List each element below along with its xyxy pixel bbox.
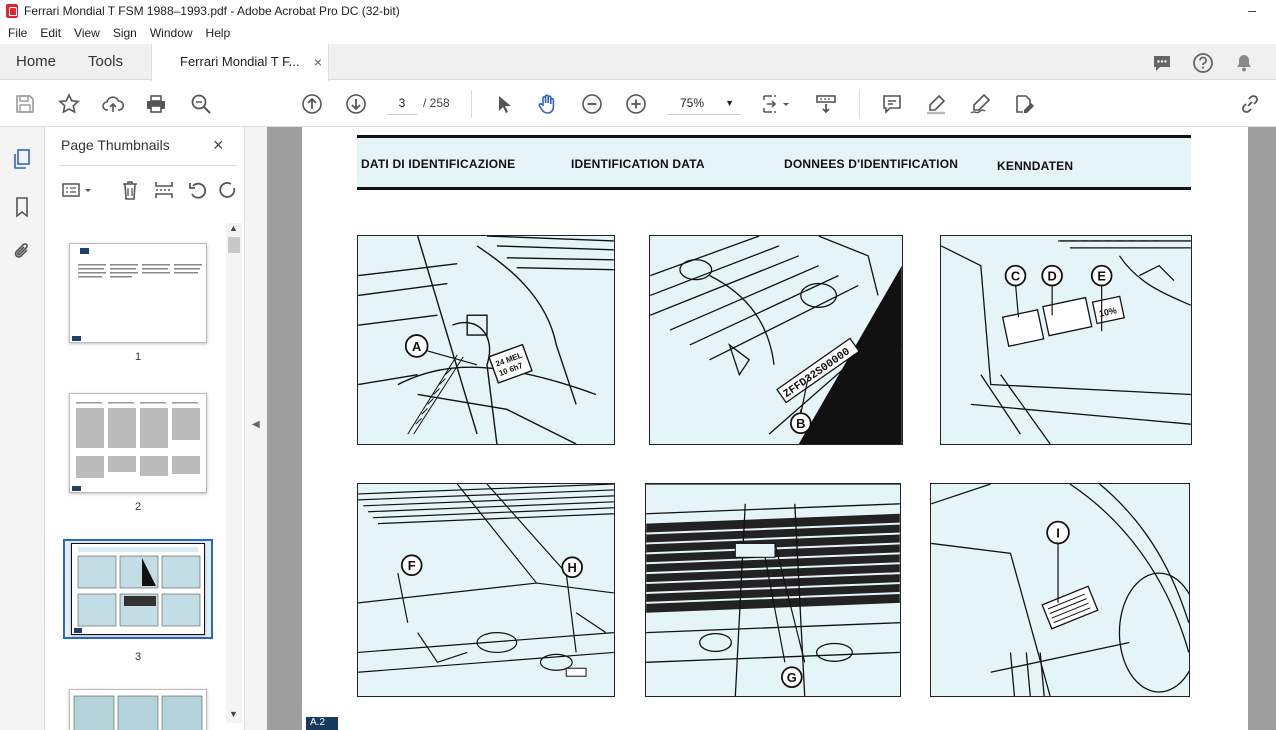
callout-e: E bbox=[1097, 269, 1106, 284]
previous-page-icon[interactable] bbox=[300, 92, 324, 116]
scroll-mode-icon[interactable] bbox=[814, 92, 838, 116]
window-title: Ferrari Mondial T FSM 1988–1993.pdf - Ad… bbox=[24, 4, 400, 18]
select-cursor-icon[interactable] bbox=[492, 92, 516, 116]
comment-icon[interactable] bbox=[1151, 52, 1173, 74]
rotate-left-icon[interactable] bbox=[187, 179, 209, 201]
menu-bar: File Edit View Sign Window Help bbox=[0, 22, 1276, 44]
tab-close-icon[interactable]: × bbox=[314, 44, 322, 80]
illustration-a: 24 MEL 10 6h7 A bbox=[357, 235, 615, 445]
tab-document[interactable]: Ferrari Mondial T F... × bbox=[151, 44, 329, 81]
thumbnail-page-3[interactable] bbox=[71, 543, 205, 635]
page-fit-icon[interactable] bbox=[760, 92, 792, 116]
tab-document-label: Ferrari Mondial T F... bbox=[180, 54, 300, 69]
heading-french: DONNEES D'IDENTIFICATION bbox=[784, 157, 959, 171]
scroll-up-icon[interactable]: ▲ bbox=[229, 223, 238, 233]
collapse-arrow-icon[interactable]: ◀ bbox=[252, 419, 260, 430]
callout-g: G bbox=[787, 670, 797, 685]
main-toolbar: 3 / 258 75% ▼ bbox=[0, 81, 1276, 127]
page-number-input[interactable]: 3 bbox=[387, 91, 417, 115]
thumbnail-page-1[interactable] bbox=[69, 243, 207, 343]
thumbnail-list[interactable]: 1 2 3 bbox=[45, 237, 225, 730]
minimize-button[interactable]: – bbox=[1248, 2, 1256, 18]
illustration-cde: 10% C D E bbox=[940, 235, 1192, 445]
callout-a: A bbox=[412, 339, 421, 354]
callout-i: I bbox=[1056, 525, 1060, 540]
share-link-icon[interactable] bbox=[1238, 92, 1262, 116]
heading-german: KENNDATEN bbox=[997, 159, 1074, 173]
pdf-page: DATI DI IDENTIFICAZIONE IDENTIFICATION D… bbox=[302, 127, 1248, 730]
illustration-b: ZFFD32S00000 B bbox=[649, 235, 903, 445]
zoom-out-icon[interactable] bbox=[580, 92, 604, 116]
heading-english: IDENTIFICATION DATA bbox=[571, 157, 705, 171]
next-page-icon[interactable] bbox=[344, 92, 368, 116]
page-thumbnails-panel: Page Thumbnails × 1 2 3 ▲ ▼ bbox=[45, 127, 245, 730]
close-panel-icon[interactable]: × bbox=[213, 135, 224, 156]
edit-pdf-icon[interactable] bbox=[1012, 92, 1036, 116]
print-icon[interactable] bbox=[144, 92, 168, 116]
title-bar: Ferrari Mondial T FSM 1988–1993.pdf - Ad… bbox=[0, 0, 1276, 22]
illustration-fh: F H bbox=[357, 483, 615, 697]
thumbnail-page-2[interactable] bbox=[69, 393, 207, 493]
fill-sign-icon[interactable] bbox=[968, 92, 992, 116]
callout-f: F bbox=[408, 558, 416, 573]
acrobat-window: Ferrari Mondial T FSM 1988–1993.pdf - Ad… bbox=[0, 0, 1276, 730]
panel-divider bbox=[59, 165, 237, 166]
navigation-rail bbox=[0, 127, 45, 730]
page-thumbnails-icon[interactable] bbox=[10, 147, 34, 171]
menu-window[interactable]: Window bbox=[150, 26, 193, 40]
tab-home[interactable]: Home bbox=[16, 44, 56, 80]
thumbnail-label: 1 bbox=[134, 351, 142, 363]
panel-title: Page Thumbnails bbox=[61, 137, 170, 153]
star-bookmark-icon[interactable] bbox=[57, 92, 81, 116]
notification-bell-icon[interactable] bbox=[1233, 52, 1255, 74]
panel-toolbar bbox=[61, 177, 241, 203]
delete-page-icon[interactable] bbox=[119, 179, 141, 201]
document-viewport[interactable]: DATI DI IDENTIFICAZIONE IDENTIFICATION D… bbox=[267, 127, 1276, 730]
zoom-level-value: 75% bbox=[680, 96, 705, 110]
page-number-marker: A.2 bbox=[306, 717, 338, 730]
callout-h: H bbox=[568, 560, 577, 575]
menu-help[interactable]: Help bbox=[206, 26, 231, 40]
rotate-right-icon[interactable] bbox=[217, 179, 239, 201]
callout-d: D bbox=[1047, 269, 1056, 284]
toolbar-divider bbox=[859, 90, 860, 118]
bookmark-icon[interactable] bbox=[10, 195, 34, 219]
chevron-down-icon: ▼ bbox=[725, 98, 734, 108]
save-icon[interactable] bbox=[13, 92, 37, 116]
callout-c: C bbox=[1011, 269, 1020, 284]
callout-b: B bbox=[796, 416, 805, 431]
thumbnail-label: 3 bbox=[134, 651, 142, 663]
menu-sign[interactable]: Sign bbox=[113, 26, 137, 40]
zoom-in-icon[interactable] bbox=[624, 92, 648, 116]
heading-italian: DATI DI IDENTIFICAZIONE bbox=[361, 157, 516, 171]
page-total: / 258 bbox=[423, 96, 450, 110]
page-header-band: DATI DI IDENTIFICAZIONE IDENTIFICATION D… bbox=[357, 135, 1191, 190]
menu-view[interactable]: View bbox=[74, 26, 100, 40]
collapse-panel-handle[interactable]: ◀ bbox=[245, 127, 267, 730]
acrobat-logo-icon bbox=[6, 4, 18, 18]
menu-file[interactable]: File bbox=[8, 26, 27, 40]
tab-bar: Home Tools Ferrari Mondial T F... × bbox=[0, 44, 1276, 81]
search-zoom-icon[interactable] bbox=[189, 92, 213, 116]
zoom-level-select[interactable]: 75% ▼ bbox=[668, 91, 740, 115]
highlight-pen-icon[interactable] bbox=[924, 92, 948, 116]
thumbnail-page-4[interactable] bbox=[69, 689, 207, 730]
attachment-icon[interactable] bbox=[10, 239, 34, 263]
help-icon[interactable] bbox=[1192, 52, 1214, 74]
scroll-down-icon[interactable]: ▼ bbox=[229, 709, 238, 719]
thumbnail-label: 2 bbox=[134, 501, 142, 513]
add-comment-icon[interactable] bbox=[880, 92, 904, 116]
thumbnail-scrollbar[interactable]: ▲ ▼ bbox=[226, 223, 242, 723]
tab-tools[interactable]: Tools bbox=[88, 44, 123, 80]
insert-page-icon[interactable] bbox=[153, 179, 175, 201]
illustration-g: G bbox=[645, 483, 901, 697]
thumbnail-options-icon[interactable] bbox=[61, 179, 95, 201]
upload-cloud-icon[interactable] bbox=[101, 92, 125, 116]
scrollbar-thumb[interactable] bbox=[228, 237, 240, 253]
menu-edit[interactable]: Edit bbox=[40, 26, 61, 40]
illustration-i: I bbox=[930, 483, 1190, 697]
toolbar-divider bbox=[471, 90, 472, 118]
hand-tool-icon[interactable] bbox=[535, 92, 559, 116]
